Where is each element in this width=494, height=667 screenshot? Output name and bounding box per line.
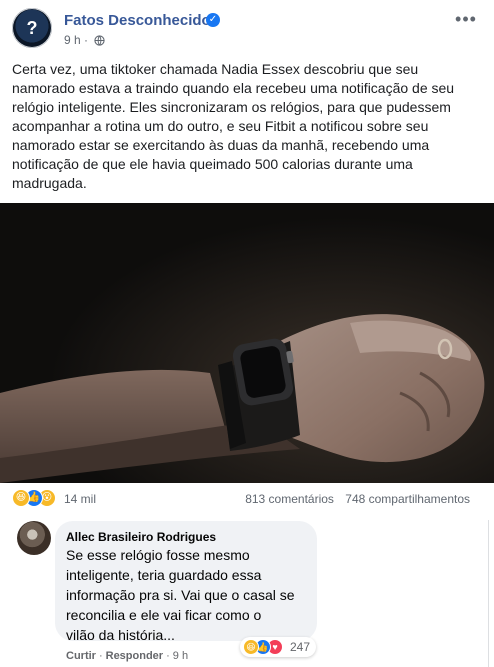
- comment-author-link[interactable]: Allec Brasileiro Rodrigues: [66, 530, 216, 544]
- post-header: ? Fatos Desconhecidos ✓ 9 h · •••: [12, 8, 482, 54]
- post-image-smartwatch[interactable]: [0, 203, 494, 483]
- post-photo-illustration: [0, 203, 494, 483]
- haha-reaction-icon: 😆: [243, 639, 259, 655]
- commenter-avatar[interactable]: [17, 521, 51, 555]
- comment-like-button[interactable]: Curtir: [66, 650, 96, 662]
- reaction-count[interactable]: 14 mil: [64, 492, 96, 506]
- comments-count-link[interactable]: 813 comentários: [245, 492, 334, 506]
- post-timestamp[interactable]: 9 h: [64, 33, 81, 47]
- comment-reactions[interactable]: 😆 👍 ♥ 247: [240, 637, 316, 657]
- divider: [0, 513, 494, 514]
- question-mark-icon: ?: [26, 18, 38, 38]
- comment-reply-button[interactable]: Responder: [106, 650, 163, 662]
- globe-icon: [94, 35, 105, 46]
- comment-area-edge: [488, 520, 489, 667]
- post-stats: 813 comentários 748 compartilhamentos: [245, 492, 470, 506]
- comment-timestamp[interactable]: 9 h: [173, 650, 188, 662]
- comment-bubble: Allec Brasileiro Rodrigues Se esse relóg…: [55, 521, 317, 643]
- post-meta: 9 h ·: [64, 33, 105, 47]
- comment-text: Se esse relógio fosse mesmo inteligente,…: [66, 547, 295, 643]
- shares-count-link[interactable]: 748 compartilhamentos: [345, 492, 470, 506]
- comment-reaction-count: 247: [290, 640, 311, 654]
- verified-badge-icon: ✓: [206, 13, 220, 27]
- reactions-summary: 😆 👍 😮 14 mil 813 comentários 748 compart…: [12, 489, 482, 509]
- post-text: Certa vez, uma tiktoker chamada Nadia Es…: [12, 61, 455, 191]
- comment-actions: Curtir · Responder · 9 h: [66, 650, 189, 662]
- haha-reaction-icon[interactable]: 😆: [12, 489, 30, 507]
- page-avatar[interactable]: ?: [12, 8, 52, 48]
- more-options-icon[interactable]: •••: [454, 10, 478, 30]
- page-name-link[interactable]: Fatos Desconhecidos: [64, 12, 219, 29]
